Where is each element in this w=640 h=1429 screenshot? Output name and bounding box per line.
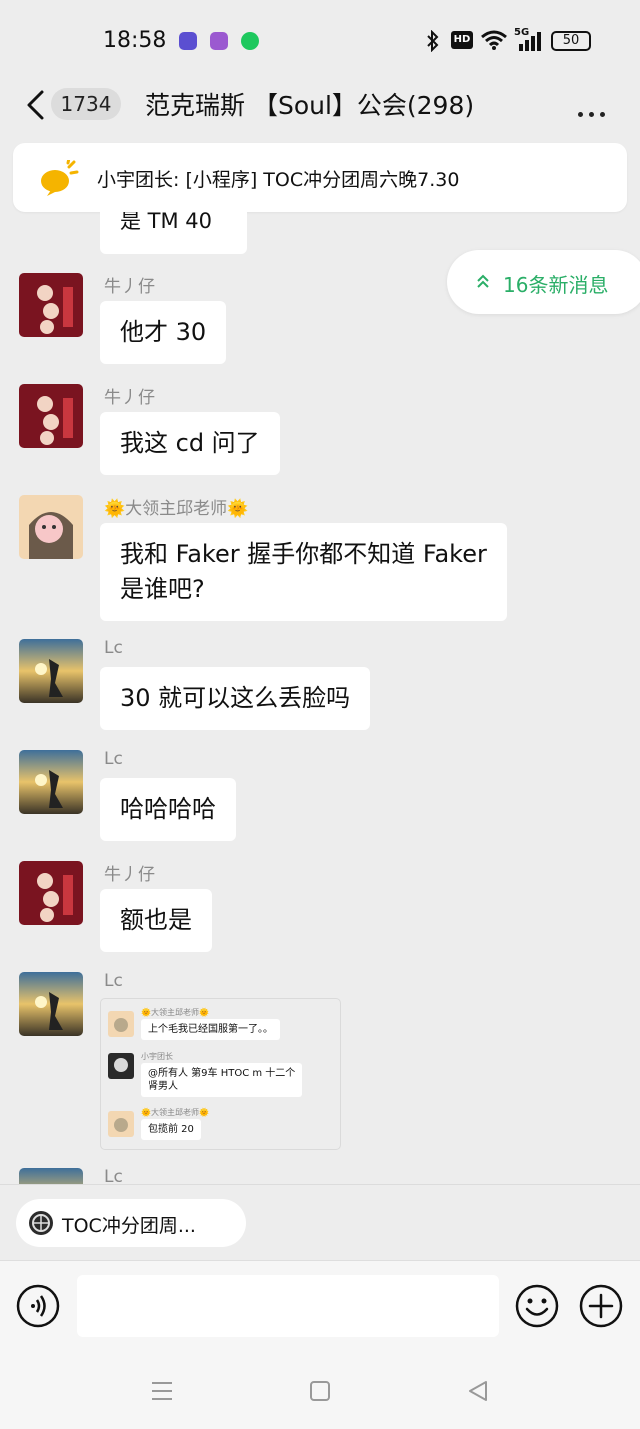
- avatar[interactable]: [19, 384, 83, 448]
- message-bubble[interactable]: 是 TM 40: [100, 212, 247, 254]
- avatar[interactable]: [19, 273, 83, 337]
- status-bar: 18:58 HD 5G 50: [0, 0, 640, 80]
- avatar[interactable]: [19, 495, 83, 559]
- bluetooth-icon: [427, 30, 439, 52]
- message-text: 是 TM 40: [120, 212, 213, 233]
- back-icon[interactable]: [464, 1377, 492, 1405]
- mini-message-bubble: 上个毛我已经国服第一了。。: [141, 1019, 280, 1040]
- app-notification-icon: [179, 32, 197, 50]
- announcement-icon: [41, 160, 79, 196]
- status-time: 18:58: [103, 28, 167, 53]
- chat-title: 范克瑞斯 【Soul】公会(298): [145, 91, 475, 120]
- avatar[interactable]: [19, 861, 83, 925]
- more-options-icon[interactable]: [578, 102, 612, 117]
- double-chevron-up-icon: [477, 274, 489, 288]
- unread-count-badge[interactable]: 1734: [51, 88, 121, 120]
- mini-avatar: [108, 1111, 134, 1137]
- message-bubble[interactable]: 他才 30: [100, 301, 227, 364]
- mini-avatar: [108, 1053, 134, 1079]
- message-bubble[interactable]: 哈哈哈哈: [100, 778, 236, 841]
- sender-name: Lc: [104, 971, 123, 991]
- avatar[interactable]: [19, 1168, 83, 1184]
- plus-icon[interactable]: [579, 1284, 623, 1328]
- new-messages-button[interactable]: 16条新消息: [447, 250, 640, 314]
- sender-name: Lc: [104, 638, 123, 658]
- app-notification-icon: [241, 32, 259, 50]
- mini-sender-name: 🌞大领主邱老师🌞: [141, 1108, 209, 1117]
- message-list[interactable]: 是 TM 40 牛丿仔 他才 30 16条新消息 牛丿仔 我这 cd 问了 🌞大…: [0, 212, 640, 1184]
- message-input[interactable]: [77, 1275, 499, 1337]
- menu-icon[interactable]: [148, 1377, 176, 1405]
- sender-name: 牛丿仔: [104, 277, 155, 297]
- mini-sender-name: 小宇团长: [141, 1052, 173, 1061]
- system-nav-bar: [0, 1352, 640, 1429]
- input-bar: [0, 1260, 640, 1352]
- back-arrow-icon[interactable]: [24, 88, 48, 122]
- battery-icon: 50: [551, 31, 591, 51]
- app-notification-icon: [210, 32, 228, 50]
- sender-name: Lc: [104, 1167, 123, 1184]
- home-icon[interactable]: [306, 1377, 334, 1405]
- avatar[interactable]: [19, 750, 83, 814]
- hd-icon: HD: [451, 31, 473, 49]
- message-bubble[interactable]: 30 就可以这么丢脸吗: [100, 667, 371, 730]
- mini-message-bubble: @所有人 第9车 HTOC m 十二个 肾男人: [141, 1063, 303, 1097]
- pinned-message-banner[interactable]: 小宇团长: [小程序] TOC冲分团周六晚7.30: [13, 143, 627, 212]
- mini-program-chip[interactable]: TOC冲分团周...: [16, 1199, 246, 1247]
- voice-input-icon[interactable]: [16, 1284, 60, 1328]
- chat-header: 1734 范克瑞斯 【Soul】公会(298): [0, 80, 640, 142]
- sender-name: 🌞大领主邱老师🌞: [104, 499, 249, 519]
- sender-name: Lc: [104, 749, 123, 769]
- sender-name: 牛丿仔: [104, 865, 155, 885]
- mini-program-label: TOC冲分团周...: [62, 1215, 196, 1237]
- message-bubble[interactable]: 额也是: [100, 889, 212, 952]
- image-message[interactable]: 🌞大领主邱老师🌞 上个毛我已经国服第一了。。 小宇团长 @所有人 第9车 HTO…: [100, 998, 341, 1150]
- wifi-icon: [481, 30, 507, 50]
- mini-program-icon: [29, 1211, 53, 1235]
- message-bubble[interactable]: 我和 Faker 握手你都不知道 Faker 是谁吧?: [100, 523, 507, 621]
- avatar[interactable]: [19, 972, 83, 1036]
- message-bubble[interactable]: 我这 cd 问了: [100, 412, 280, 475]
- mini-avatar: [108, 1011, 134, 1037]
- sender-name: 牛丿仔: [104, 388, 155, 408]
- emoji-icon[interactable]: [515, 1284, 559, 1328]
- mini-sender-name: 🌞大领主邱老师🌞: [141, 1008, 209, 1017]
- new-messages-label: 16条新消息: [503, 273, 609, 297]
- quote-bar: TOC冲分团周...: [0, 1184, 640, 1260]
- battery-level: 50: [562, 33, 580, 48]
- signal-icon: [519, 32, 541, 51]
- avatar[interactable]: [19, 639, 83, 703]
- pinned-message-text: 小宇团长: [小程序] TOC冲分团周六晚7.30: [97, 169, 460, 191]
- mini-message-bubble: 包揽前 20: [141, 1119, 201, 1140]
